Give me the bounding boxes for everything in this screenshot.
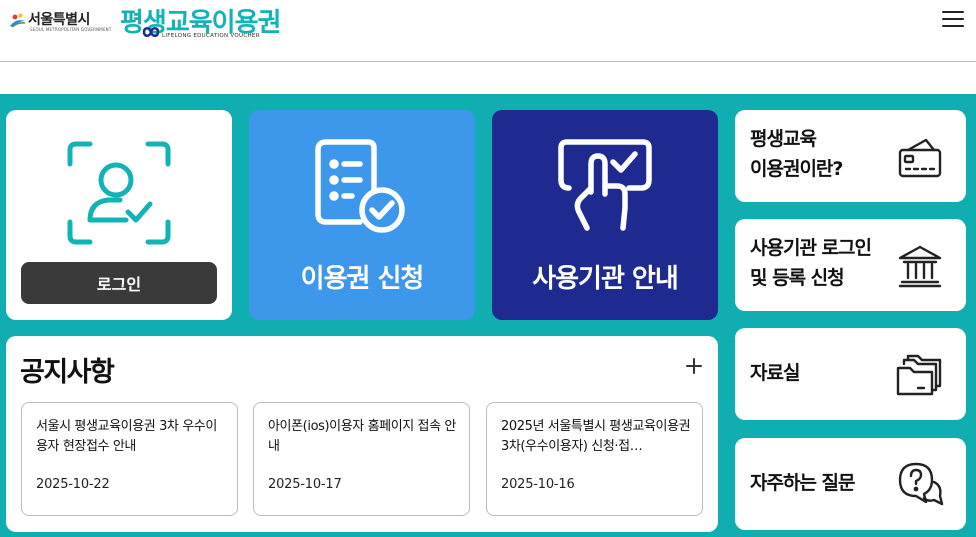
brand-subtitle: LIFELONG EDUCATION VOUCHER	[162, 33, 260, 39]
seoul-logo[interactable]: 서울특별시 SEOUL METROPOLITAN GOVERNMENT	[8, 8, 111, 34]
notice-title: 공지사항	[20, 357, 115, 388]
side-faq-label: 자주하는 질문	[750, 472, 855, 494]
login-card: 로그인	[6, 110, 232, 320]
side-resources[interactable]: 자료실	[735, 328, 966, 420]
seoul-mark-icon	[10, 13, 26, 28]
notice-item-title: 아이폰(ios)이용자 홈페이지 접속 안내	[268, 419, 456, 454]
notice-item-date: 2025-10-16	[501, 477, 575, 492]
notice-item[interactable]: 아이폰(ios)이용자 홈페이지 접속 안내 2025-10-17	[253, 402, 470, 516]
login-button[interactable]: 로그인	[21, 262, 217, 304]
voucher-apply-card[interactable]: 이용권 신청	[249, 110, 475, 320]
side-institution-login-label: 사용기관 로그인 및 등록 신청	[750, 237, 872, 289]
hamburger-icon[interactable]	[942, 10, 964, 28]
main-area: 로그인 이용권 신청 사용기관 안내 공지사항 서울시 평생교육이용권 3차 우…	[0, 94, 976, 537]
side-voucher-info[interactable]: 평생교육 이용권이란?	[735, 110, 966, 202]
checklist-check-icon	[315, 139, 405, 233]
question-chat-icon	[898, 462, 944, 506]
notice-item-title: 서울시 평생교육이용권 3차 우수이용자 현장접수 안내	[36, 419, 217, 454]
notice-item-date: 2025-10-17	[268, 477, 342, 492]
institution-guide-label: 사용기관 안내	[532, 264, 679, 294]
folders-icon	[896, 354, 942, 396]
plus-icon[interactable]	[684, 356, 704, 376]
seoul-logo-sub: SEOUL METROPOLITAN GOVERNMENT	[30, 27, 112, 32]
face-scan-user-icon	[67, 141, 171, 245]
notice-board: 공지사항 서울시 평생교육이용권 3차 우수이용자 현장접수 안내 2025-1…	[6, 336, 718, 532]
bank-icon	[898, 245, 942, 288]
side-faq[interactable]: 자주하는 질문	[735, 438, 966, 530]
hand-touch-check-icon	[558, 139, 652, 231]
voucher-apply-label: 이용권 신청	[300, 264, 425, 294]
notice-item[interactable]: 2025년 서울특별시 평생교육이용권 3차(우수이용자) 신청·접… 2025…	[486, 402, 703, 516]
seoul-logo-text: 서울특별시	[28, 12, 90, 28]
infinity-icon	[142, 26, 160, 38]
notice-item-date: 2025-10-22	[36, 477, 110, 492]
site-header: 서울특별시 SEOUL METROPOLITAN GOVERNMENT 평생교육…	[0, 0, 976, 62]
institution-guide-card[interactable]: 사용기관 안내	[492, 110, 718, 320]
card-icon	[898, 138, 942, 178]
notice-item-title: 2025년 서울특별시 평생교육이용권 3차(우수이용자) 신청·접…	[501, 419, 691, 454]
side-resources-label: 자료실	[750, 362, 800, 384]
side-institution-login[interactable]: 사용기관 로그인 및 등록 신청	[735, 219, 966, 311]
notice-item[interactable]: 서울시 평생교육이용권 3차 우수이용자 현장접수 안내 2025-10-22	[21, 402, 238, 516]
side-voucher-info-label: 평생교육 이용권이란?	[750, 128, 843, 180]
brand-logo[interactable]: 평생교육이용권 LIFELONG EDUCATION VOUCHER	[120, 2, 281, 42]
